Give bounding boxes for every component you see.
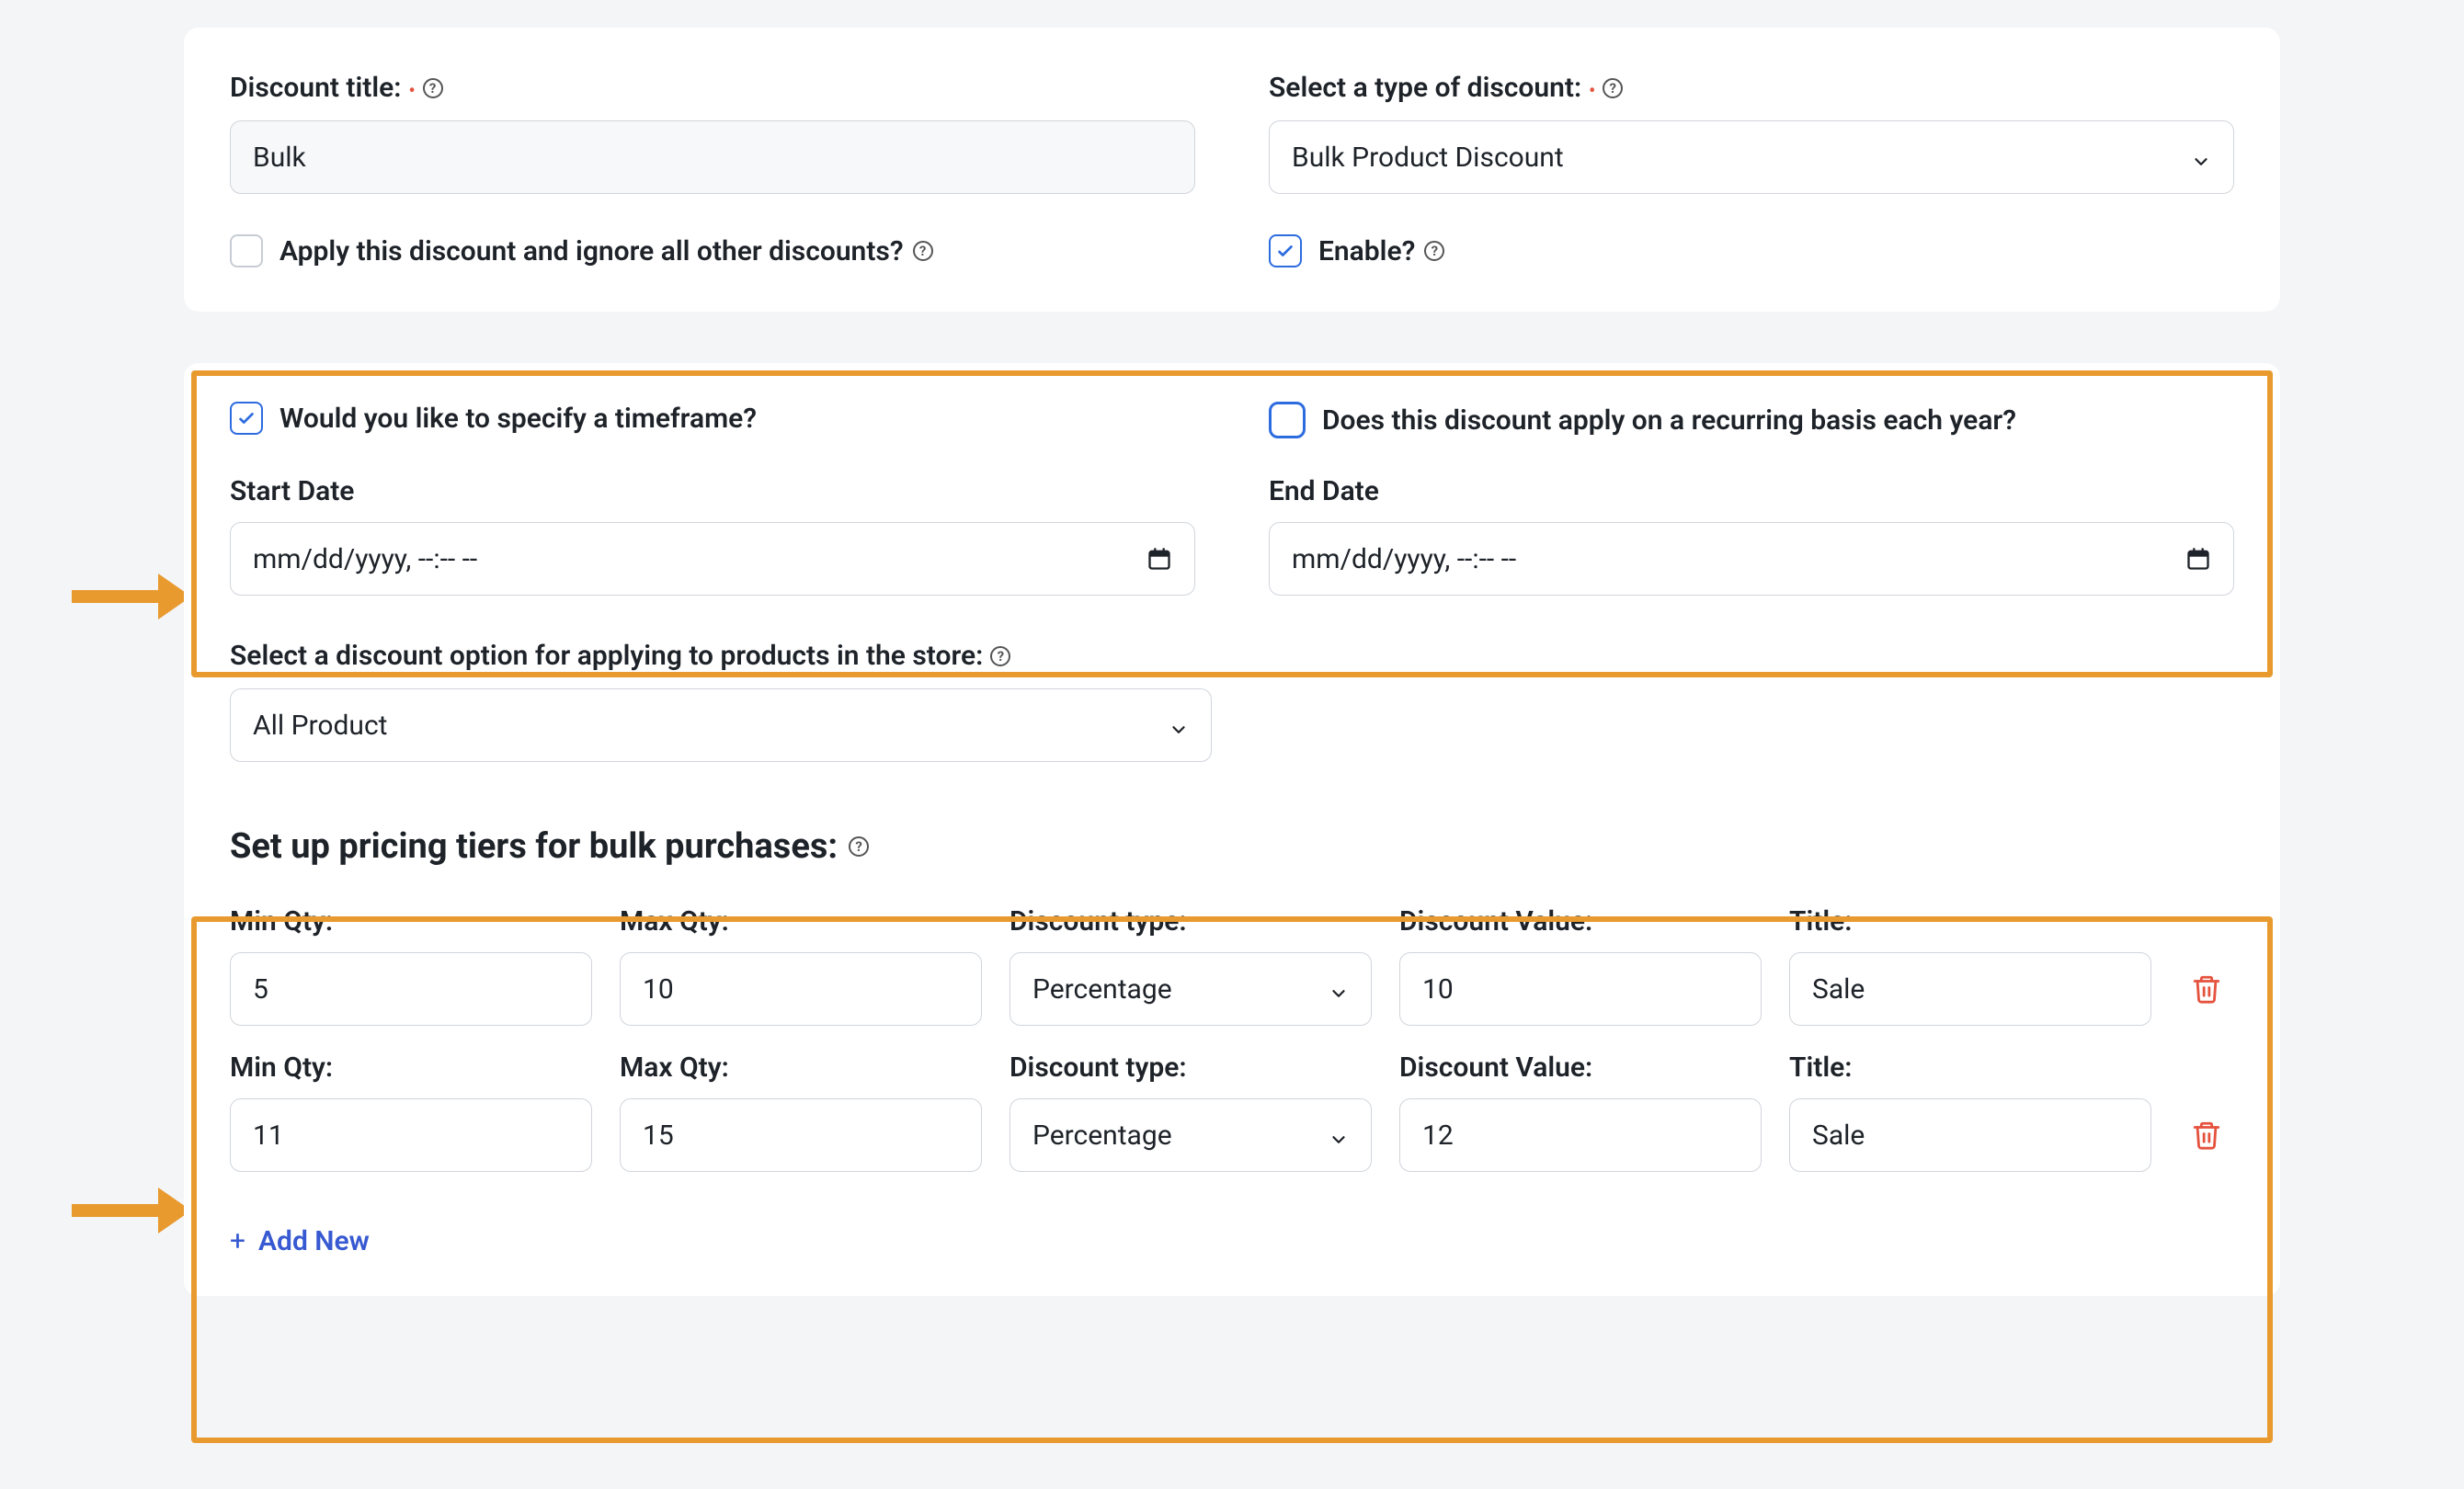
tier-title-label: Title: (1789, 905, 2151, 938)
chevron-down-icon (1329, 979, 1349, 999)
discount-option-select[interactable]: All Product (230, 688, 1212, 762)
min-qty-input[interactable]: 11 (230, 1098, 592, 1172)
discount-type-tier-label: Discount type: (1010, 905, 1372, 938)
plus-icon: + (230, 1225, 245, 1257)
chevron-down-icon (1329, 1125, 1349, 1145)
ignore-discounts-label: Apply this discount and ignore all other… (279, 235, 933, 267)
discount-title-input[interactable]: Bulk (230, 120, 1195, 194)
calendar-icon (2185, 546, 2211, 572)
discount-type-tier-select[interactable]: Percentage (1010, 1098, 1372, 1172)
min-qty-input[interactable]: 5 (230, 952, 592, 1026)
discount-type-select[interactable]: Bulk Product Discount (1269, 120, 2234, 194)
min-qty-label: Min Qty: (230, 905, 592, 938)
discount-type-tier-label: Discount type: (1010, 1051, 1372, 1084)
min-qty-label: Min Qty: (230, 1051, 592, 1084)
delete-tier-button[interactable] (2186, 969, 2227, 1009)
discount-type-tier-select[interactable]: Percentage (1010, 952, 1372, 1026)
discount-value-input[interactable]: 12 (1399, 1098, 1762, 1172)
end-date-label: End Date (1269, 475, 2234, 507)
discount-type-label: Select a type of discount: • ? (1269, 72, 2234, 104)
max-qty-input[interactable]: 10 (620, 952, 982, 1026)
discount-option-label: Select a discount option for applying to… (230, 640, 2234, 672)
discount-basics-card: Discount title: • ? Bulk Apply this disc… (184, 28, 2280, 312)
max-qty-label: Max Qty: (620, 905, 982, 938)
ignore-discounts-checkbox[interactable] (230, 234, 263, 267)
tier-title-input[interactable]: Sale (1789, 952, 2151, 1026)
info-icon[interactable]: ? (913, 241, 933, 261)
pricing-tier-row: Min Qty: 5 Max Qty: 10 Discount type: Pe… (230, 905, 2234, 1026)
delete-tier-button[interactable] (2186, 1115, 2227, 1155)
end-date-input[interactable]: mm/dd/yyyy, --:-- -- (1269, 522, 2234, 596)
info-icon[interactable]: ? (1603, 78, 1623, 98)
info-icon[interactable]: ? (423, 78, 443, 98)
discount-title-label: Discount title: • ? (230, 72, 1195, 104)
info-icon[interactable]: ? (990, 646, 1010, 666)
required-dot: • (1589, 81, 1595, 99)
discount-value-label: Discount Value: (1399, 1051, 1762, 1084)
max-qty-input[interactable]: 15 (620, 1098, 982, 1172)
page: Discount title: • ? Bulk Apply this disc… (0, 0, 2464, 1489)
chevron-down-icon (1169, 715, 1189, 735)
recurring-checkbox[interactable] (1269, 402, 1306, 438)
tier-title-input[interactable]: Sale (1789, 1098, 2151, 1172)
start-date-input[interactable]: mm/dd/yyyy, --:-- -- (230, 522, 1195, 596)
timeframe-checkbox[interactable] (230, 402, 263, 435)
recurring-label: Does this discount apply on a recurring … (1322, 404, 2016, 437)
info-icon[interactable]: ? (849, 836, 869, 857)
highlight-arrow-2 (72, 1188, 191, 1233)
add-tier-button[interactable]: + Add New (230, 1225, 370, 1257)
chevron-down-icon (2191, 147, 2211, 167)
tier-title-label: Title: (1789, 1051, 2151, 1084)
pricing-tiers-title: Set up pricing tiers for bulk purchases:… (230, 826, 2234, 867)
enable-label: Enable? ? (1318, 235, 1444, 267)
discount-value-input[interactable]: 10 (1399, 952, 1762, 1026)
enable-checkbox[interactable] (1269, 234, 1302, 267)
calendar-icon (1146, 546, 1172, 572)
timeframe-label: Would you like to specify a timeframe? (279, 403, 757, 435)
max-qty-label: Max Qty: (620, 1051, 982, 1084)
discount-value-label: Discount Value: (1399, 905, 1762, 938)
required-dot: • (408, 81, 415, 99)
start-date-label: Start Date (230, 475, 1195, 507)
info-icon[interactable]: ? (1424, 241, 1444, 261)
highlight-arrow-1 (72, 574, 191, 619)
discount-config-card: Would you like to specify a timeframe? D… (184, 363, 2280, 1296)
pricing-tier-row: Min Qty: 11 Max Qty: 15 Discount type: P… (230, 1051, 2234, 1172)
